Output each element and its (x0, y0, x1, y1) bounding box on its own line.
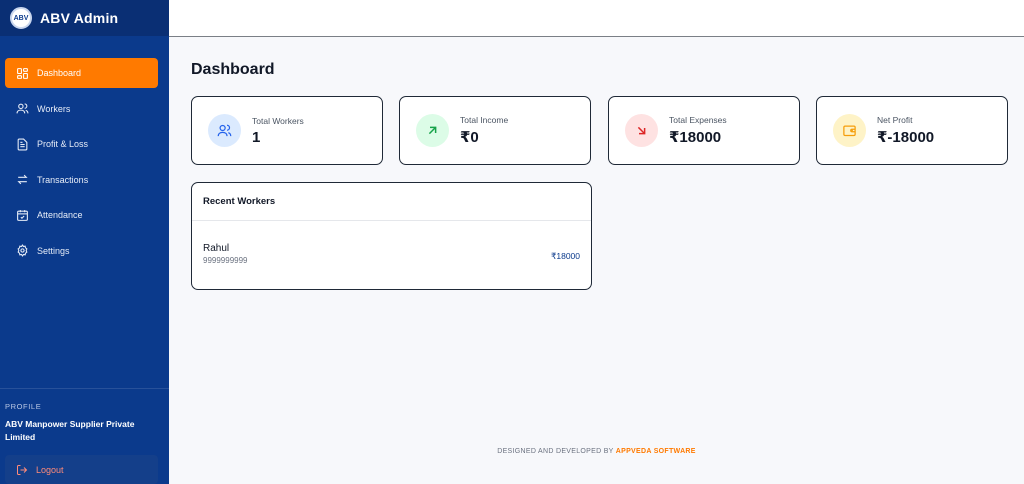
app-title: ABV Admin (40, 10, 119, 26)
stat-label: Total Income (460, 115, 509, 125)
worker-phone: 9999999999 (203, 256, 248, 265)
stat-label: Total Expenses (669, 115, 727, 125)
sidebar-nav: Dashboard Workers Profit & Loss Transact… (5, 58, 158, 271)
recent-workers-title: Recent Workers (192, 183, 591, 221)
sidebar-item-label: Settings (37, 245, 70, 256)
stat-card-total-income: Total Income ₹0 (399, 96, 591, 165)
stat-value: ₹-18000 (877, 129, 935, 146)
sidebar-item-label: Workers (37, 103, 71, 114)
footer: DESIGNED AND DEVELOPED BY APPVEDA SOFTWA… (169, 448, 1024, 455)
stat-value: ₹0 (460, 129, 479, 146)
sidebar-item-dashboard[interactable]: Dashboard (5, 58, 158, 88)
arrow-down-right-icon (625, 114, 658, 147)
users-icon (16, 103, 29, 114)
stat-card-total-workers: Total Workers 1 (191, 96, 383, 165)
top-bar (169, 0, 1024, 37)
profile-section: PROFILE ABV Manpower Supplier Private Li… (0, 388, 169, 444)
sidebar-item-attendance[interactable]: Attendance (5, 200, 158, 230)
logout-label: Logout (36, 464, 64, 475)
stat-value: 1 (252, 128, 261, 146)
profile-label: PROFILE (5, 402, 42, 411)
worker-amount: ₹18000 (550, 251, 580, 261)
stat-value: ₹18000 (669, 129, 722, 146)
sidebar-item-label: Dashboard (37, 68, 82, 78)
recent-workers-panel: Recent Workers Rahul 9999999999 ₹18000 (191, 182, 592, 290)
list-item[interactable]: Rahul 9999999999 ₹18000 (192, 221, 591, 265)
logout-button[interactable]: Logout (5, 455, 158, 484)
sidebar-item-label: Profit & Loss (37, 139, 89, 149)
footer-company-link[interactable]: APPVEDA SOFTWARE (616, 448, 696, 455)
sidebar: ABV ABV Admin Dashboard Workers Profit &… (0, 0, 169, 484)
stat-card-net-profit: Net Profit ₹-18000 (816, 96, 1008, 165)
sidebar-item-workers[interactable]: Workers (5, 94, 158, 124)
wallet-icon (833, 114, 866, 147)
stat-card-total-expenses: Total Expenses ₹18000 (608, 96, 800, 165)
sidebar-item-profit-loss[interactable]: Profit & Loss (5, 129, 158, 159)
document-icon (17, 138, 28, 150)
sidebar-item-transactions[interactable]: Transactions (5, 165, 158, 195)
sidebar-item-settings[interactable]: Settings (5, 236, 158, 266)
sidebar-item-label: Attendance (37, 210, 83, 220)
page-title: Dashboard (191, 61, 275, 78)
stat-label: Net Profit (877, 115, 913, 125)
dashboard-icon (17, 67, 28, 79)
worker-name: Rahul (203, 243, 230, 254)
footer-text: DESIGNED AND DEVELOPED BY (497, 448, 614, 455)
stat-label: Total Workers (252, 115, 304, 126)
arrow-up-right-icon (416, 114, 449, 147)
brand-logo: ABV (10, 7, 32, 29)
profile-name: ABV Manpower Supplier Private Limited (5, 419, 135, 442)
sidebar-item-label: Transactions (37, 174, 89, 185)
transfer-icon (17, 174, 28, 185)
gear-icon (17, 244, 28, 257)
calendar-icon (17, 209, 28, 221)
logout-icon (17, 464, 28, 475)
users-icon (208, 114, 241, 147)
brand-header: ABV ABV Admin (0, 0, 169, 36)
